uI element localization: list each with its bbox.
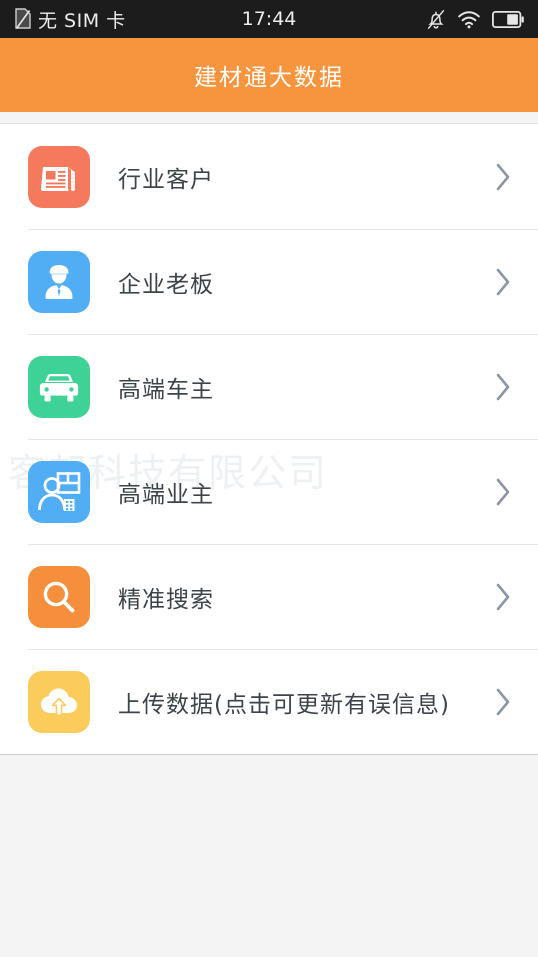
businessman-icon <box>28 250 90 313</box>
status-bar-left: 无 SIM 卡 <box>14 6 126 33</box>
cloud-upload-icon <box>28 670 90 733</box>
silent-bell-icon <box>426 9 446 30</box>
status-bar-right <box>426 9 524 30</box>
list-item-industry-customers[interactable]: 行业客户 <box>0 124 538 229</box>
list-item-label: 企业老板 <box>118 271 214 298</box>
list-item-label: 精准搜索 <box>118 586 214 613</box>
header-list-gap <box>0 112 538 124</box>
chevron-right-icon[interactable] <box>492 685 514 719</box>
list-item-label: 高端车主 <box>118 376 214 403</box>
status-bar: 无 SIM 卡 17:44 <box>0 0 538 38</box>
list-item-label: 高端业主 <box>118 481 214 508</box>
person-building-icon <box>28 460 90 523</box>
list-item-upload-data[interactable]: 上传数据(点击可更新有误信息) <box>0 649 538 754</box>
app-screen: 无 SIM 卡 17:44 建材通大数据 客邦科技有限公司 行业客户 企业老板 … <box>0 0 538 957</box>
empty-content-area <box>0 755 538 957</box>
page-title: 建材通大数据 <box>194 65 344 91</box>
list-item-business-owners[interactable]: 企业老板 <box>0 229 538 334</box>
battery-icon <box>492 10 524 28</box>
app-header-bar: 建材通大数据 <box>0 38 538 112</box>
list-item-precise-search[interactable]: 精准搜索 <box>0 544 538 649</box>
chevron-right-icon[interactable] <box>492 370 514 404</box>
list-item-label: 上传数据(点击可更新有误信息) <box>118 691 450 718</box>
list-item-premium-car-owners[interactable]: 高端车主 <box>0 334 538 439</box>
list-item-premium-property-owners[interactable]: 高端业主 <box>0 439 538 544</box>
car-icon <box>28 355 90 418</box>
chevron-right-icon[interactable] <box>492 160 514 194</box>
sim-status-text: 无 SIM 卡 <box>38 9 126 32</box>
no-sim-icon <box>14 8 32 30</box>
chevron-right-icon[interactable] <box>492 265 514 299</box>
menu-list: 客邦科技有限公司 行业客户 企业老板 高端车主 高端业主 精准搜索 上传数据(点… <box>0 124 538 755</box>
search-icon <box>28 565 90 628</box>
wifi-icon <box>457 10 481 29</box>
chevron-right-icon[interactable] <box>492 475 514 509</box>
newspaper-icon <box>28 145 90 208</box>
list-item-label: 行业客户 <box>118 166 214 193</box>
chevron-right-icon[interactable] <box>492 580 514 614</box>
